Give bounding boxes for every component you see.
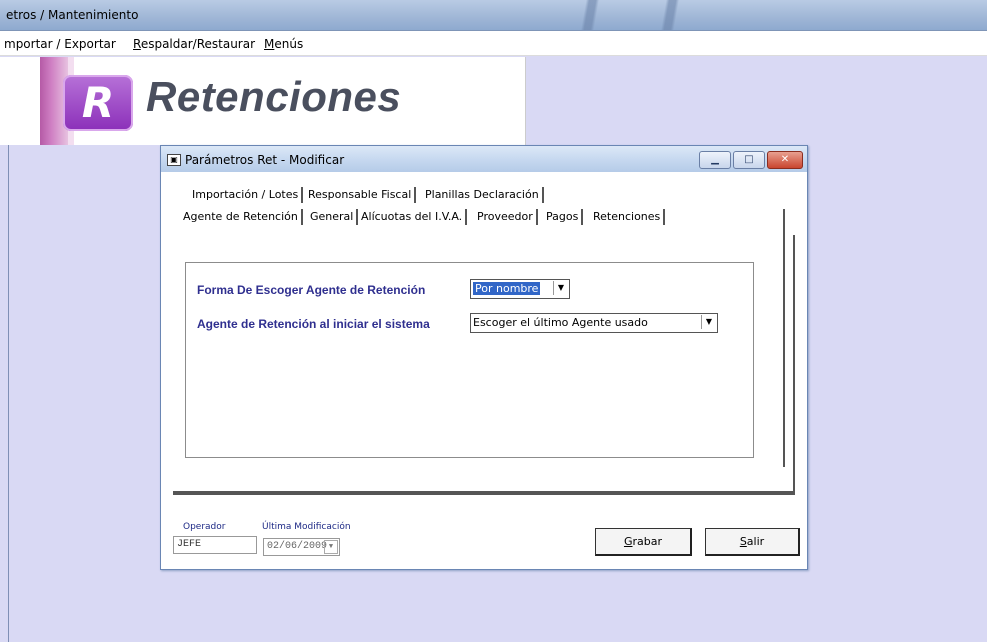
outer-window-titlebar: etros / Mantenimiento	[0, 0, 987, 31]
chevron-down-icon[interactable]: ▼	[324, 540, 338, 554]
agente-inicio-label: Agente de Retención al iniciar el sistem…	[197, 317, 430, 331]
forma-escoger-label: Forma De Escoger Agente de Retención	[197, 283, 426, 297]
ultima-modificacion-field[interactable]: 02/06/2009 ▼	[263, 538, 340, 556]
close-button[interactable]: ✕	[767, 151, 803, 169]
parametros-dialog: ▣ Parámetros Ret - Modificar ▁ □ ✕ Impor…	[160, 145, 808, 570]
titlebar-decoration	[560, 0, 620, 30]
ultima-modificacion-label: Última Modificación	[262, 522, 351, 532]
minimize-button[interactable]: ▁	[699, 151, 731, 169]
panel-bottom-border	[173, 491, 795, 493]
menu-bar: mportar / Exportar Respaldar/Restaurar M…	[0, 31, 987, 56]
forma-escoger-select[interactable]: Por nombre ▼	[470, 279, 570, 299]
agente-inicio-select[interactable]: Escoger el último Agente usado ▼	[470, 313, 718, 333]
app-banner: R Retenciones	[0, 57, 526, 145]
dialog-titlebar[interactable]: ▣ Parámetros Ret - Modificar ▁ □ ✕	[161, 146, 807, 172]
menu-respaldar-restaurar[interactable]: Respaldar/Restaurar	[133, 37, 255, 51]
menu-respaldar-rest: espaldar/Restaurar	[140, 37, 256, 51]
dialog-title: Parámetros Ret - Modificar	[185, 153, 345, 167]
menu-importar-exportar[interactable]: mportar / Exportar	[4, 37, 116, 51]
operador-field: JEFE	[173, 536, 257, 554]
tab-importacion-lotes[interactable]: Importación / Lotes	[189, 187, 304, 203]
maximize-button[interactable]: □	[733, 151, 765, 169]
forma-escoger-value: Por nombre	[473, 282, 541, 295]
window-icon: ▣	[167, 154, 181, 166]
tab-responsable-fiscal[interactable]: Responsable Fiscal	[305, 187, 417, 203]
grabar-button[interactable]: Grabar	[595, 528, 692, 556]
app-name: Retenciones	[146, 73, 402, 120]
banner-left-fragment	[0, 57, 14, 145]
operador-value: JEFE	[177, 539, 202, 550]
agente-inicio-value: Escoger el último Agente usado	[473, 316, 648, 329]
agente-settings-box: Forma De Escoger Agente de Retención Por…	[185, 262, 754, 458]
app-logo-icon: R	[63, 75, 133, 131]
ultima-modificacion-value: 02/06/2009	[267, 541, 328, 552]
menu-menus[interactable]: Menús	[264, 37, 303, 51]
titlebar-decoration	[640, 0, 700, 30]
operador-label: Operador	[183, 522, 226, 532]
salir-button[interactable]: Salir	[705, 528, 800, 556]
left-divider	[8, 145, 9, 642]
chevron-down-icon[interactable]: ▼	[701, 315, 716, 329]
outer-window-title: etros / Mantenimiento	[6, 8, 139, 22]
tab-planillas-declaracion[interactable]: Planillas Declaración	[422, 187, 544, 203]
chevron-down-icon[interactable]: ▼	[553, 281, 568, 295]
